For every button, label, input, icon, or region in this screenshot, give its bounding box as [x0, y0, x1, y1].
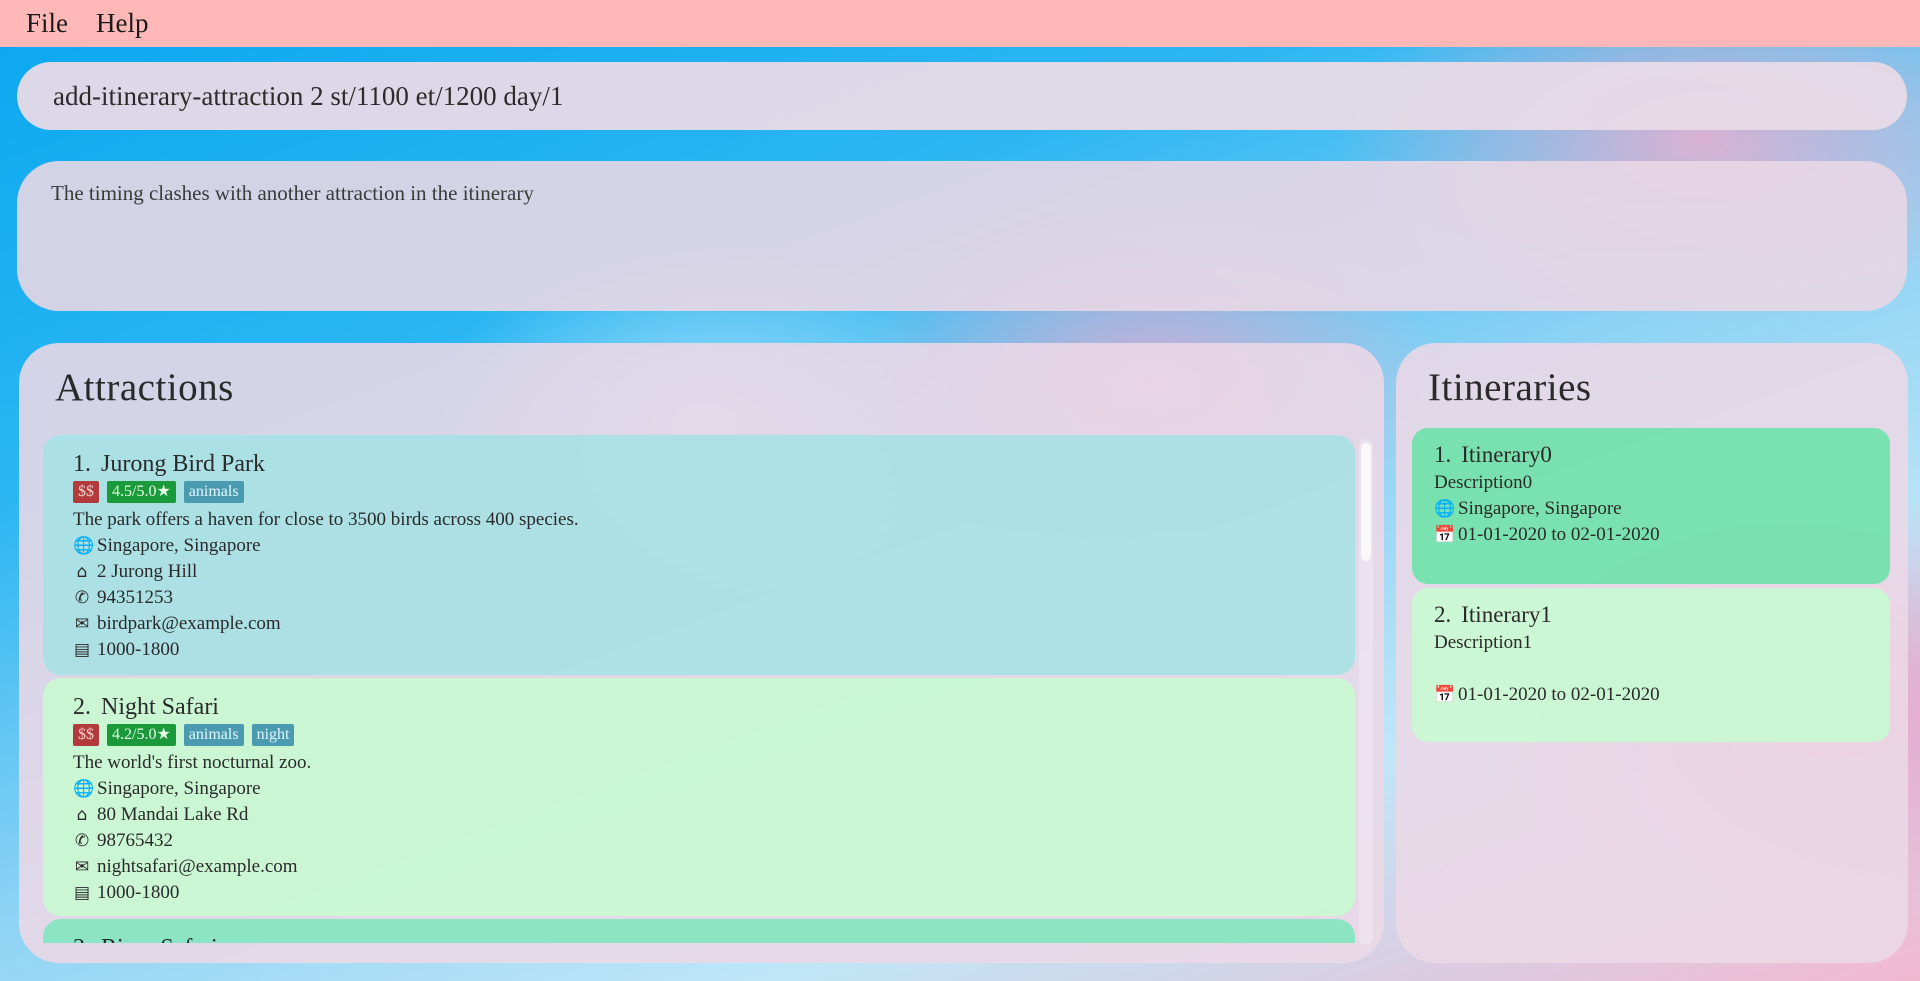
attraction-address: 80 Mandai Lake Rd	[97, 804, 249, 825]
attraction-title: 1. Jurong Bird Park	[73, 449, 1325, 479]
attractions-list[interactable]: 1. Jurong Bird Park $$ 4.5/5.0★ animals T…	[43, 435, 1355, 943]
attraction-index: 1.	[73, 451, 91, 477]
rating-badge: 4.5/5.0★	[107, 481, 176, 503]
attraction-location: Singapore, Singapore	[97, 535, 261, 556]
itinerary-location-row	[1434, 656, 1868, 682]
attraction-email: nightsafari@example.com	[97, 856, 298, 877]
tag-badge: night	[251, 724, 295, 746]
menu-file[interactable]: File	[26, 8, 68, 39]
attraction-title: 2. Night Safari	[73, 692, 1325, 722]
attraction-index: 2.	[73, 694, 91, 720]
attraction-phone: 98765432	[97, 830, 173, 851]
itinerary-name: Itinerary0	[1461, 442, 1552, 467]
result-display: The timing clashes with another attracti…	[17, 161, 1907, 311]
attraction-phone-row: ✆ 98765432	[73, 828, 1325, 854]
attraction-email: birdpark@example.com	[97, 613, 281, 634]
attraction-email-row: ✉ birdpark@example.com	[73, 611, 1325, 637]
attraction-name: River Safari	[101, 935, 218, 943]
attraction-hours: 1000-1800	[97, 639, 180, 660]
attractions-panel: Attractions 1. Jurong Bird Park $$ 4.5/5.…	[19, 343, 1384, 963]
itinerary-title: 2. Itinerary1	[1434, 600, 1868, 630]
attraction-description: The park offers a haven for close to 350…	[73, 509, 579, 530]
attraction-tags: $$ 4.5/5.0★ animals	[73, 481, 1325, 503]
command-box[interactable]	[17, 62, 1907, 130]
globe-icon: 🌐	[1434, 499, 1456, 519]
attraction-phone: 94351253	[97, 587, 173, 608]
attraction-email-row: ✉ nightsafari@example.com	[73, 854, 1325, 880]
itinerary-card[interactable]: 1. Itinerary0 Description0 🌐 Singapore, Si…	[1412, 428, 1890, 584]
rating-badge: 4.2/5.0★	[107, 724, 176, 746]
attraction-hours-row: ▤ 1000-1800	[73, 637, 1325, 663]
price-badge: $$	[73, 481, 99, 503]
itinerary-location-row: 🌐 Singapore, Singapore	[1434, 496, 1868, 522]
calendar-icon: 📅	[1434, 685, 1456, 705]
attraction-address-row: ⌂ 80 Mandai Lake Rd	[73, 802, 1325, 828]
clock-icon: ▤	[73, 883, 91, 903]
attraction-card[interactable]: 1. Jurong Bird Park $$ 4.5/5.0★ animals T…	[43, 435, 1355, 675]
itinerary-index: 1.	[1434, 442, 1452, 467]
itinerary-dates-row: 📅 01-01-2020 to 02-01-2020	[1434, 682, 1868, 708]
itinerary-location: Singapore, Singapore	[1458, 498, 1622, 519]
itinerary-name: Itinerary1	[1461, 602, 1552, 627]
attraction-hours-row: ▤ 1000-1800	[73, 880, 1325, 906]
itinerary-card[interactable]: 2. Itinerary1 Description1 📅 01-01-2020 to…	[1412, 588, 1890, 742]
attractions-title: Attractions	[55, 366, 234, 409]
itinerary-description: Description1	[1434, 632, 1533, 653]
phone-icon: ✆	[74, 831, 90, 851]
itinerary-dates-row: 📅 01-01-2020 to 02-01-2020	[1434, 522, 1868, 548]
attraction-name: Night Safari	[101, 694, 219, 720]
itineraries-list[interactable]: 1. Itinerary0 Description0 🌐 Singapore, Si…	[1412, 428, 1890, 746]
attraction-card[interactable]: 3. River Safari	[43, 919, 1355, 943]
itinerary-dates: 01-01-2020 to 02-01-2020	[1458, 524, 1660, 545]
clock-icon: ▤	[73, 640, 91, 660]
itinerary-dates: 01-01-2020 to 02-01-2020	[1458, 684, 1660, 705]
attraction-phone-row: ✆ 94351253	[73, 585, 1325, 611]
mail-icon: ✉	[74, 857, 90, 877]
phone-icon: ✆	[74, 588, 90, 608]
attraction-location-row: 🌐 Singapore, Singapore	[73, 533, 1325, 559]
attraction-name: Jurong Bird Park	[101, 451, 265, 477]
attraction-location-row: 🌐 Singapore, Singapore	[73, 776, 1325, 802]
attraction-tags: $$ 4.2/5.0★ animals night	[73, 724, 1325, 746]
mail-icon: ✉	[74, 614, 90, 634]
calendar-icon: 📅	[1434, 525, 1456, 545]
itinerary-description: Description0	[1434, 472, 1533, 493]
attraction-index: 3.	[73, 935, 91, 943]
itinerary-index: 2.	[1434, 602, 1452, 627]
home-icon: ⌂	[76, 805, 88, 825]
globe-icon: 🌐	[73, 779, 95, 799]
menu-bar: File Help	[0, 0, 1920, 47]
attraction-address: 2 Jurong Hill	[97, 561, 198, 582]
command-input[interactable]	[53, 80, 1907, 112]
tag-badge: animals	[183, 724, 244, 746]
globe-icon: 🌐	[73, 536, 95, 556]
price-badge: $$	[73, 724, 99, 746]
attraction-address-row: ⌂ 2 Jurong Hill	[73, 559, 1325, 585]
attraction-hours: 1000-1800	[97, 882, 180, 903]
attraction-title: 3. River Safari	[73, 933, 1325, 943]
attraction-description: The world's first nocturnal zoo.	[73, 752, 312, 773]
itineraries-panel: Itineraries 1. Itinerary0 Description0 🌐 S…	[1396, 343, 1908, 963]
attraction-location: Singapore, Singapore	[97, 778, 261, 799]
itineraries-title: Itineraries	[1428, 366, 1592, 409]
attractions-scroll-thumb[interactable]	[1361, 443, 1371, 561]
attraction-card[interactable]: 2. Night Safari $$ 4.2/5.0★ animals night…	[43, 678, 1355, 916]
result-text: The timing clashes with another attracti…	[51, 181, 534, 205]
itinerary-title: 1. Itinerary0	[1434, 440, 1868, 470]
home-icon: ⌂	[76, 562, 88, 582]
menu-help[interactable]: Help	[96, 8, 148, 39]
tag-badge: animals	[183, 481, 244, 503]
